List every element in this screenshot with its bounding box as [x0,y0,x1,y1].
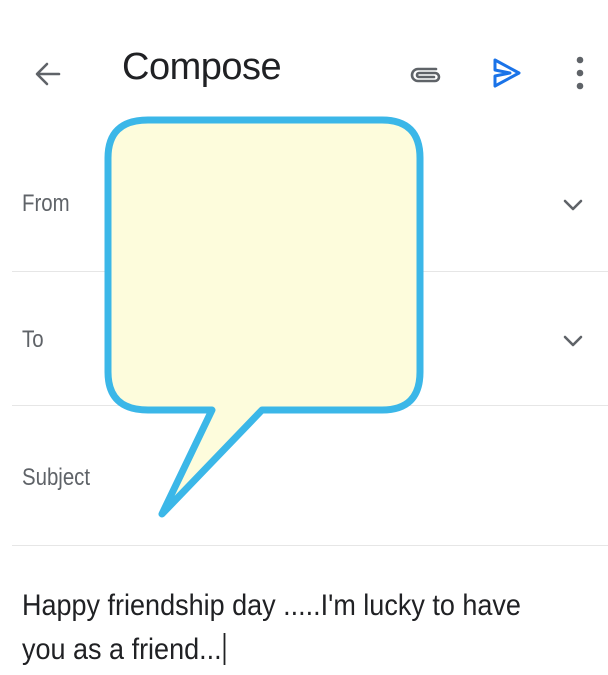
compose-screen: Compose From To Subject Happy friendship… [0,0,608,675]
email-body-text: Happy friendship day .....I'm lucky to h… [22,589,521,666]
more-options-button[interactable] [562,50,598,96]
send-button[interactable] [486,52,526,94]
chevron-down-icon [563,199,583,211]
arrow-left-icon [35,62,61,86]
send-icon [493,58,521,88]
to-expand-button[interactable] [558,326,588,356]
subject-label: Subject [22,464,91,491]
text-cursor [223,633,226,665]
email-body-input[interactable]: Happy friendship day .....I'm lucky to h… [22,584,540,672]
to-label: To [22,326,44,353]
app-bar: Compose [0,0,608,150]
page-title: Compose [122,46,282,88]
divider [12,545,608,546]
from-field[interactable]: From [0,160,608,270]
back-button[interactable] [28,54,68,94]
from-label: From [22,190,70,217]
chevron-down-icon [563,335,583,347]
attach-button[interactable] [404,56,448,92]
to-field[interactable]: To [0,272,608,404]
from-expand-button[interactable] [558,190,588,220]
more-vert-icon [576,56,584,90]
paperclip-icon [410,67,441,83]
subject-field[interactable]: Subject [0,406,608,544]
